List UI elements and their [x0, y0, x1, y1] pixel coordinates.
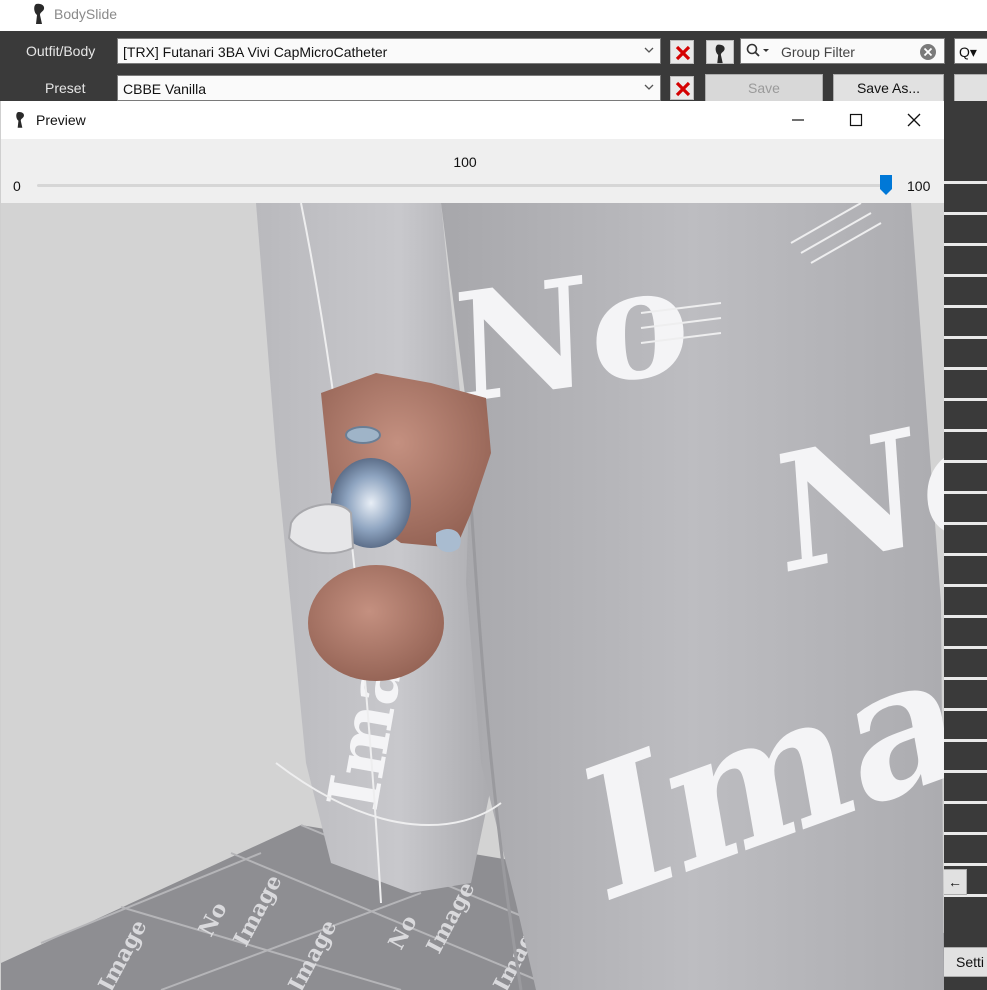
preview-titlebar: Preview [1, 101, 944, 139]
slider-thumb[interactable] [879, 174, 893, 196]
skin-sphere [308, 565, 444, 681]
settings-button[interactable]: Setti [943, 947, 987, 977]
slider-row-divider [943, 770, 987, 773]
3d-viewport[interactable]: No Image No Image Image Image Image No N… [1, 203, 944, 990]
slider-row-divider [943, 460, 987, 463]
close-icon [907, 113, 921, 127]
save-as-button[interactable]: Save As... [833, 74, 944, 102]
slider-row-divider [943, 367, 987, 370]
slider-value: 100 [453, 154, 477, 170]
slider-row-divider [943, 243, 987, 246]
slider-row-divider [943, 832, 987, 835]
weight-slider[interactable] [37, 184, 889, 187]
preview-title: Preview [36, 112, 86, 128]
slider-row-divider [943, 677, 987, 680]
slider-row-divider [943, 429, 987, 432]
slider-row-divider [943, 739, 987, 742]
outfit-select-value: [TRX] Futanari 3BA Vivi CapMicroCatheter [123, 44, 388, 60]
chevron-down-icon [644, 47, 654, 53]
outfit-filter-input[interactable]: Q▾ [954, 38, 987, 64]
outfit-studio-button[interactable] [706, 40, 734, 64]
slider-row-divider [943, 584, 987, 587]
slider-row-divider [943, 553, 987, 556]
outfit-filter-search: Q▾ [959, 44, 977, 60]
maximize-button[interactable] [827, 101, 885, 139]
slider-row-divider [943, 305, 987, 308]
preset-select[interactable]: CBBE Vanilla [117, 75, 661, 101]
preview-window: Preview 100 0 100 No Image No Image Imag… [0, 101, 944, 990]
slider-row-divider [943, 708, 987, 711]
outfit-select[interactable]: [TRX] Futanari 3BA Vivi CapMicroCatheter [117, 38, 661, 64]
slider-row-divider [943, 398, 987, 401]
bodyslide-logo-icon [715, 44, 725, 64]
slider-row-divider [943, 181, 987, 184]
slider-row-divider [943, 212, 987, 215]
settings-button-label: Setti [956, 954, 985, 970]
slider-max-label: 100 [907, 178, 931, 194]
close-icon [675, 45, 691, 61]
slider-row-divider [943, 491, 987, 494]
preset-select-value: CBBE Vanilla [123, 81, 207, 97]
slider-list-strip: ← Setti [943, 101, 987, 990]
search-icon [746, 43, 769, 57]
group-filter-placeholder: Group Filter [781, 44, 855, 60]
slider-row-divider [943, 863, 987, 866]
clear-outfit-button[interactable] [670, 40, 694, 64]
slider-row-divider [943, 646, 987, 649]
slider-row-divider [943, 615, 987, 618]
minimize-button[interactable] [769, 101, 827, 139]
bodyslide-logo-icon [34, 3, 45, 24]
slider-row-divider [943, 801, 987, 804]
window-title: BodySlide [54, 6, 118, 22]
chevron-down-icon [644, 84, 654, 90]
arrow-left-button[interactable]: ← [943, 869, 967, 895]
metal-clip [345, 426, 381, 444]
slider-row-divider [943, 522, 987, 525]
clear-preset-button[interactable] [670, 76, 694, 100]
save-button[interactable]: Save [705, 74, 823, 102]
extra-button[interactable] [954, 74, 987, 102]
main-titlebar: BodySlide [0, 0, 987, 32]
slider-min-label: 0 [13, 178, 21, 194]
mesh-render: No Image No Image Image Image Image No N… [1, 203, 944, 990]
group-filter-input[interactable]: Group Filter [740, 38, 945, 64]
outfit-label: Outfit/Body [26, 43, 96, 59]
preset-label: Preset [45, 80, 86, 96]
minimize-icon [792, 119, 804, 121]
preview-slider-area: 100 0 100 [1, 139, 944, 203]
mesh-text: No [451, 230, 692, 439]
close-button[interactable] [885, 101, 943, 139]
bodyslide-logo-icon [16, 112, 24, 128]
slider-row-divider [943, 274, 987, 277]
close-icon [675, 81, 691, 97]
clear-filter-icon[interactable] [919, 43, 937, 61]
main-toolbar: Outfit/Body [TRX] Futanari 3BA Vivi CapM… [0, 31, 987, 102]
slider-row-divider [943, 336, 987, 339]
maximize-icon [849, 113, 863, 127]
